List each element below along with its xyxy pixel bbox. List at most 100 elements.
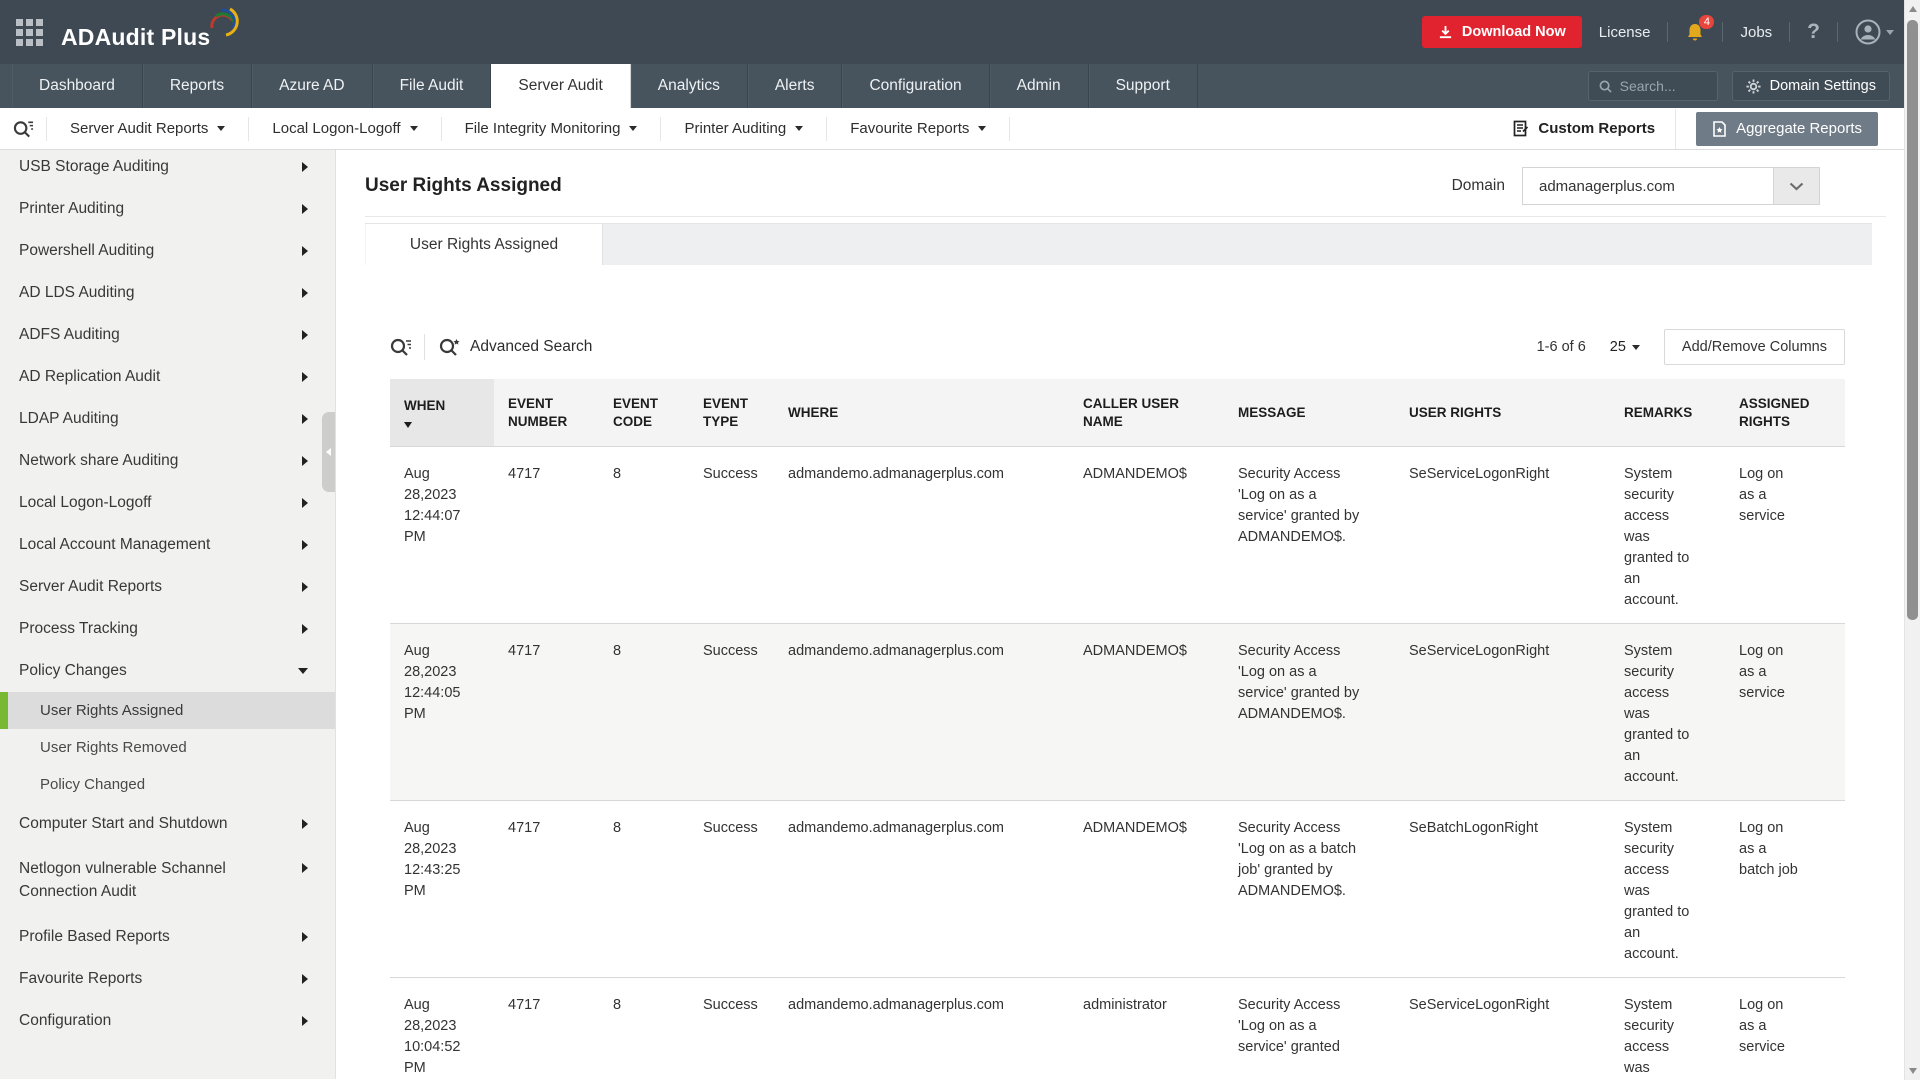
- chevron-down-icon: [410, 126, 418, 131]
- column-search-icon[interactable]: [390, 337, 412, 357]
- avatar-icon: [1855, 19, 1881, 45]
- chevron-right-icon: [302, 246, 308, 256]
- menu-local-logon-logoff[interactable]: Local Logon-Logoff: [248, 117, 440, 141]
- divider: [1667, 22, 1668, 42]
- chevron-right-icon: [302, 330, 308, 340]
- search-placeholder: Search...: [1620, 78, 1676, 94]
- tab-dashboard[interactable]: Dashboard: [12, 64, 143, 108]
- column-header-message[interactable]: MESSAGE: [1224, 379, 1395, 447]
- license-link[interactable]: License: [1599, 24, 1651, 41]
- sidebar-item-ad-replication-audit[interactable]: AD Replication Audit: [0, 356, 335, 398]
- notifications-bell-icon[interactable]: 4: [1685, 22, 1705, 43]
- sidebar-item-ldap-auditing[interactable]: LDAP Auditing: [0, 398, 335, 440]
- tab-server-audit[interactable]: Server Audit: [491, 64, 630, 108]
- sidebar-item-profile-based-reports[interactable]: Profile Based Reports: [0, 916, 335, 958]
- sidebar-item-configuration[interactable]: Configuration: [0, 1000, 335, 1042]
- sidebar-subitem-user-rights-assigned[interactable]: User Rights Assigned: [0, 692, 335, 729]
- sidebar-item-printer-auditing[interactable]: Printer Auditing: [0, 188, 335, 230]
- scroll-down-icon[interactable]: [1909, 1068, 1917, 1074]
- page-size-dropdown[interactable]: 25: [1610, 339, 1640, 355]
- divider: [424, 334, 425, 360]
- report-search-icon[interactable]: [0, 119, 46, 139]
- logo-swoosh-icon: [206, 6, 240, 43]
- sidebar-item-policy-changes[interactable]: Policy Changes: [0, 650, 335, 692]
- app-name: ADAudit Plus: [61, 24, 210, 51]
- sidebar-item-powershell-auditing[interactable]: Powershell Auditing: [0, 230, 335, 272]
- chevron-right-icon: [302, 456, 308, 466]
- scrollbar-thumb[interactable]: [1907, 20, 1918, 620]
- sidebar-item-local-account-management[interactable]: Local Account Management: [0, 524, 335, 566]
- tab-reports[interactable]: Reports: [143, 64, 252, 108]
- sidebar-item-ad-lds-auditing[interactable]: AD LDS Auditing: [0, 272, 335, 314]
- pagination-range: 1-6 of 6: [1537, 339, 1586, 355]
- menu-favourite-reports[interactable]: Favourite Reports: [826, 117, 1010, 141]
- page-scrollbar[interactable]: [1904, 0, 1920, 1080]
- chevron-left-icon: [326, 448, 331, 456]
- column-header-where[interactable]: WHERE: [774, 379, 1069, 447]
- gear-icon: [1746, 79, 1761, 94]
- notification-count-badge: 4: [1699, 15, 1714, 29]
- divider: [1837, 22, 1838, 42]
- domain-settings-button[interactable]: Domain Settings: [1732, 71, 1890, 101]
- reports-sidebar: USB Storage Auditing Printer Auditing Po…: [0, 150, 336, 1079]
- chevron-down-icon: [1632, 345, 1640, 350]
- column-header-remarks[interactable]: REMARKS: [1610, 379, 1725, 447]
- domain-select-caret[interactable]: [1773, 168, 1819, 204]
- sidebar-item-computer-start-shutdown[interactable]: Computer Start and Shutdown: [0, 803, 335, 845]
- divider: [365, 216, 1886, 217]
- apps-grid-icon[interactable]: [16, 19, 43, 46]
- sidebar-subitem-user-rights-removed[interactable]: User Rights Removed: [0, 729, 335, 766]
- sidebar-item-adfs-auditing[interactable]: ADFS Auditing: [0, 314, 335, 356]
- table-row: Aug 28,2023 12:44:05 PM 4717 8 Success a…: [390, 624, 1845, 801]
- domain-select[interactable]: admanagerplus.com: [1522, 167, 1820, 205]
- column-header-assigned-rights[interactable]: ASSIGNED RIGHTS: [1725, 379, 1845, 447]
- scroll-up-icon[interactable]: [1909, 6, 1917, 12]
- column-header-when[interactable]: WHEN: [390, 379, 494, 447]
- column-header-event-code[interactable]: EVENT CODE: [599, 379, 689, 447]
- tab-azure-ad[interactable]: Azure AD: [252, 64, 372, 108]
- chevron-right-icon: [302, 974, 308, 984]
- chevron-right-icon: [302, 414, 308, 424]
- column-header-user-rights[interactable]: USER RIGHTS: [1395, 379, 1610, 447]
- menu-printer-auditing[interactable]: Printer Auditing: [660, 117, 826, 141]
- tab-analytics[interactable]: Analytics: [631, 64, 748, 108]
- download-now-button[interactable]: Download Now: [1422, 16, 1582, 48]
- sidebar-item-favourite-reports[interactable]: Favourite Reports: [0, 958, 335, 1000]
- sidebar-item-server-audit-reports[interactable]: Server Audit Reports: [0, 566, 335, 608]
- global-search-input[interactable]: Search...: [1588, 71, 1718, 101]
- chevron-right-icon: [302, 162, 308, 172]
- aggregate-reports-button[interactable]: Aggregate Reports: [1696, 112, 1878, 146]
- column-header-event-number[interactable]: EVENT NUMBER: [494, 379, 599, 447]
- sidebar-item-local-logon-logoff[interactable]: Local Logon-Logoff: [0, 482, 335, 524]
- custom-reports-icon: [1513, 120, 1529, 137]
- sidebar-item-netlogon-schannel-audit[interactable]: Netlogon vulnerable Schannel Connection …: [0, 845, 335, 916]
- chevron-down-icon: [217, 126, 225, 131]
- tab-user-rights-assigned[interactable]: User Rights Assigned: [365, 224, 603, 265]
- column-header-caller-user-name[interactable]: CALLER USER NAME: [1069, 379, 1224, 447]
- menu-server-audit-reports[interactable]: Server Audit Reports: [46, 117, 248, 141]
- sidebar-item-usb-storage-auditing[interactable]: USB Storage Auditing: [0, 150, 335, 188]
- tab-alerts[interactable]: Alerts: [748, 64, 843, 108]
- sidebar-subitem-policy-changed[interactable]: Policy Changed: [0, 766, 335, 803]
- custom-reports-button[interactable]: Custom Reports: [1513, 120, 1655, 137]
- advanced-search-label[interactable]: Advanced Search: [470, 338, 592, 356]
- jobs-link[interactable]: Jobs: [1740, 24, 1772, 41]
- help-icon[interactable]: ?: [1807, 20, 1820, 44]
- sidebar-item-process-tracking[interactable]: Process Tracking: [0, 608, 335, 650]
- column-header-event-type[interactable]: EVENT TYPE: [689, 379, 774, 447]
- divider: [1722, 22, 1723, 42]
- sidebar-collapse-handle[interactable]: [322, 412, 335, 492]
- tab-configuration[interactable]: Configuration: [842, 64, 989, 108]
- advanced-search-icon[interactable]: [439, 337, 461, 357]
- table-row: Aug 28,2023 12:44:07 PM 4717 8 Success a…: [390, 447, 1845, 624]
- app-logo[interactable]: ADAudit Plus: [61, 14, 244, 51]
- sidebar-item-network-share-auditing[interactable]: Network share Auditing: [0, 440, 335, 482]
- tab-file-audit[interactable]: File Audit: [373, 64, 492, 108]
- tab-admin[interactable]: Admin: [990, 64, 1089, 108]
- user-menu[interactable]: [1855, 19, 1894, 45]
- chevron-right-icon: [302, 540, 308, 550]
- menu-file-integrity-monitoring[interactable]: File Integrity Monitoring: [441, 117, 661, 141]
- chevron-down-icon: [298, 668, 308, 674]
- tab-support[interactable]: Support: [1089, 64, 1198, 108]
- add-remove-columns-button[interactable]: Add/Remove Columns: [1664, 329, 1845, 365]
